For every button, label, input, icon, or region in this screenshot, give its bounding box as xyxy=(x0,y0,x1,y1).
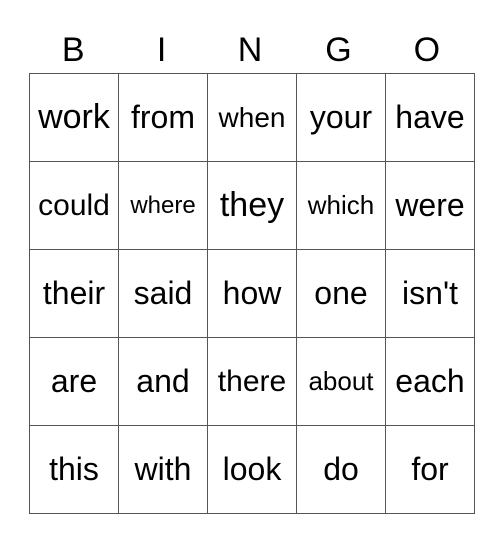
grid-cell[interactable]: look xyxy=(207,425,297,514)
grid-cell[interactable]: with xyxy=(118,425,208,514)
grid-cell[interactable]: about xyxy=(296,337,386,426)
bingo-header: B I N G O xyxy=(29,30,471,70)
header-letter-o: O xyxy=(413,31,441,69)
grid-row: are and there about each xyxy=(29,337,475,426)
grid-cell[interactable]: their xyxy=(29,249,119,338)
grid-cell[interactable]: when xyxy=(207,73,297,162)
grid-cell[interactable]: how xyxy=(207,249,297,338)
grid-cell[interactable]: which xyxy=(296,161,386,250)
grid-cell[interactable]: and xyxy=(118,337,208,426)
grid-row: could where they which were xyxy=(29,161,475,250)
grid-row: their said how one isn't xyxy=(29,249,475,338)
header-letter-n: N xyxy=(237,31,263,69)
grid-cell[interactable]: one xyxy=(296,249,386,338)
header-letter-b: B xyxy=(61,31,85,69)
grid-cell[interactable]: for xyxy=(385,425,475,514)
bingo-grid: work from when your have could where the… xyxy=(29,73,475,514)
grid-cell[interactable]: said xyxy=(118,249,208,338)
grid-cell[interactable]: from xyxy=(118,73,208,162)
grid-cell[interactable]: your xyxy=(296,73,386,162)
grid-cell[interactable]: there xyxy=(207,337,297,426)
grid-cell[interactable]: do xyxy=(296,425,386,514)
grid-cell[interactable]: isn't xyxy=(385,249,475,338)
grid-row: this with look do for xyxy=(29,425,475,514)
grid-cell[interactable]: where xyxy=(118,161,208,250)
grid-cell[interactable]: each xyxy=(385,337,475,426)
grid-row: work from when your have xyxy=(29,73,475,162)
grid-cell[interactable]: are xyxy=(29,337,119,426)
header-letter-g: G xyxy=(325,31,352,69)
grid-cell[interactable]: have xyxy=(385,73,475,162)
grid-cell[interactable]: this xyxy=(29,425,119,514)
grid-cell[interactable]: they xyxy=(207,161,297,250)
header-letter-i: I xyxy=(156,31,167,69)
grid-cell[interactable]: were xyxy=(385,161,475,250)
grid-cell[interactable]: work xyxy=(29,73,119,162)
grid-cell[interactable]: could xyxy=(29,161,119,250)
